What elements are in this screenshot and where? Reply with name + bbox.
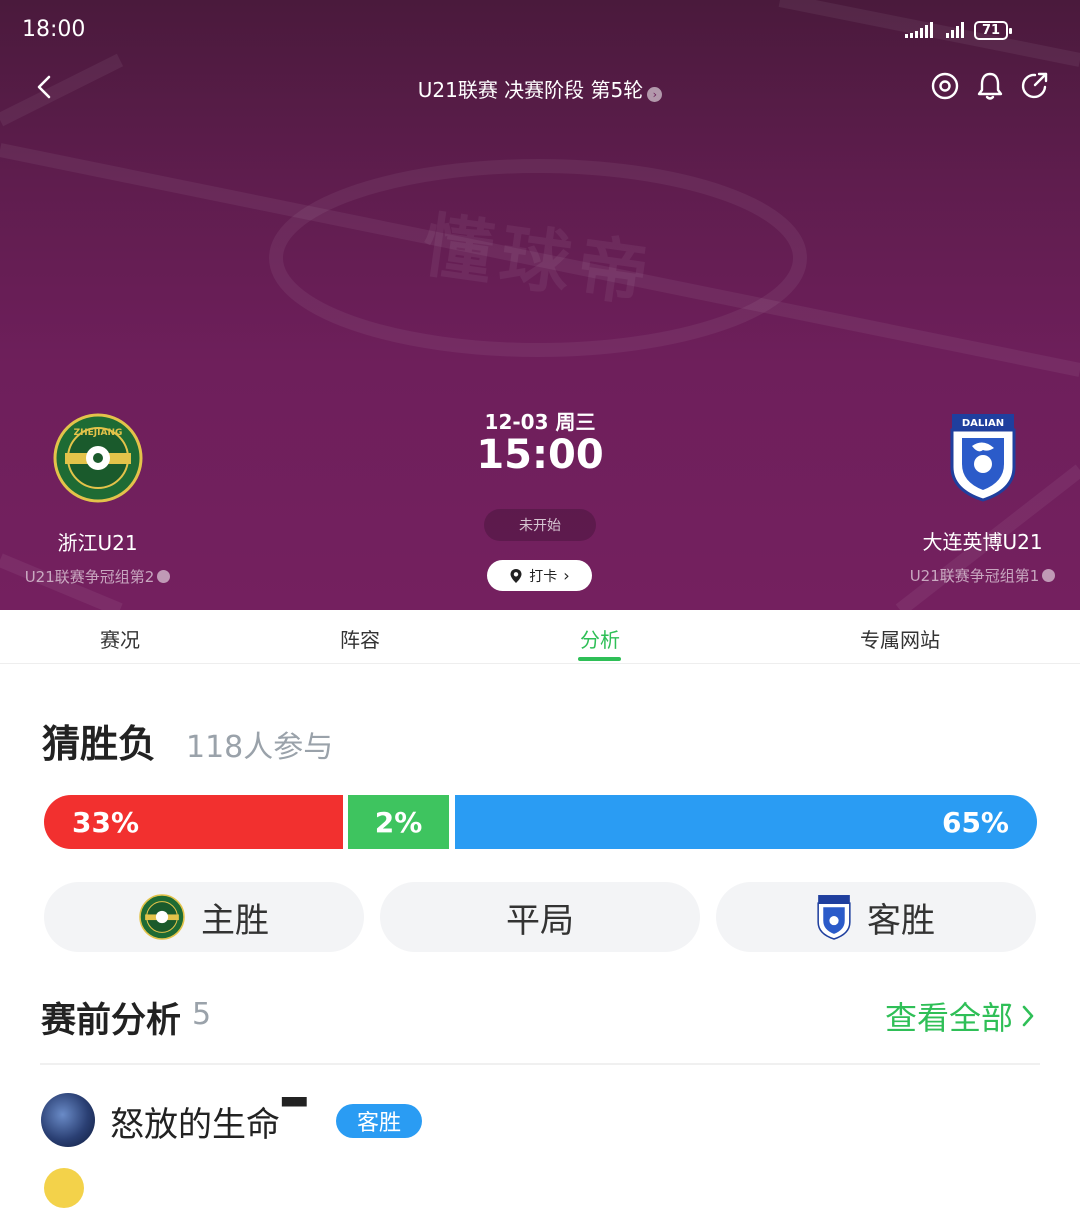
- avatar[interactable]: [44, 1168, 84, 1208]
- chevron-right-icon: [157, 570, 171, 583]
- battery-indicator: 71: [974, 21, 1012, 40]
- nav-bar: U21联赛 决赛阶段 第5轮 ›: [0, 62, 1080, 114]
- status-bar: 18:00 71: [0, 0, 1080, 62]
- tab-website[interactable]: 专属网站: [840, 624, 960, 653]
- away-win-pct: 65%: [941, 805, 1009, 839]
- share-icon[interactable]: [1019, 70, 1051, 102]
- match-header: 懂球帝 18:00 71 U21联赛 决赛阶段 第5轮 › ZHEJIANG 浙…: [0, 0, 1080, 610]
- away-win-bar: 65%: [455, 795, 1037, 849]
- competition-title[interactable]: U21联赛 决赛阶段 第5轮 ›: [0, 74, 1080, 103]
- tab-bar: 赛况 阵容 分析 专属网站: [0, 610, 1080, 664]
- vote-away-button[interactable]: 客胜: [716, 882, 1036, 952]
- home-team-rank-text: U21联赛争冠组第2: [24, 568, 155, 586]
- chevron-right-icon: [1022, 1005, 1034, 1027]
- tab-lineup[interactable]: 阵容: [320, 624, 400, 653]
- vote-home-button[interactable]: 主胜: [44, 882, 364, 952]
- away-team-rank[interactable]: U21联赛争冠组第1: [885, 565, 1080, 586]
- analysis-count: 5: [192, 997, 212, 1032]
- match-date: 12-03 周三: [484, 410, 596, 434]
- home-win-bar: 33%: [44, 795, 343, 849]
- prediction-participants: 118人参与: [186, 730, 334, 765]
- analysis-author-name[interactable]: 怒放的生命 ▀▀: [110, 1097, 307, 1146]
- chevron-right-icon: ›: [647, 87, 663, 102]
- home-team-logo-small: [139, 894, 185, 940]
- view-all-label: 查看全部: [885, 999, 1014, 1037]
- vote-draw-button[interactable]: 平局: [380, 882, 700, 952]
- badge-icon: ▀▀: [282, 1097, 307, 1116]
- home-win-pct: 33%: [72, 805, 140, 839]
- avatar[interactable]: [41, 1093, 95, 1147]
- bell-icon[interactable]: [974, 70, 1006, 102]
- vote-away-label: 客胜: [867, 900, 935, 941]
- vote-draw-label: 平局: [506, 900, 574, 941]
- status-time: 18:00: [22, 17, 86, 42]
- pick-badge: 客胜: [336, 1104, 422, 1138]
- view-all-link[interactable]: 查看全部: [885, 993, 1037, 1039]
- match-time: 15:00: [476, 432, 604, 478]
- home-team-name: 浙江U21: [57, 531, 138, 555]
- analysis-title: 赛前分析: [41, 1001, 182, 1041]
- checkin-label: 打卡: [529, 568, 558, 585]
- away-team-logo-small: [817, 895, 851, 940]
- location-pin-icon: [510, 568, 522, 583]
- prediction-title: 猜胜负: [42, 722, 157, 766]
- draw-pct: 2%: [374, 805, 423, 839]
- match-status-badge: 未开始: [484, 509, 596, 541]
- active-tab-indicator: [578, 657, 621, 661]
- author-name-text: 怒放的生命: [110, 1105, 280, 1145]
- divider: [40, 1063, 1040, 1065]
- away-team-name: 大连英博U21: [922, 530, 1043, 554]
- competition-title-text: U21联赛 决赛阶段 第5轮: [417, 78, 644, 102]
- away-team-rank-text: U21联赛争冠组第1: [909, 567, 1040, 585]
- tab-match[interactable]: 赛况: [80, 624, 160, 653]
- home-team-rank[interactable]: U21联赛争冠组第2: [0, 566, 195, 587]
- tab-analysis[interactable]: 分析: [560, 624, 640, 653]
- chevron-right-icon: ›: [563, 566, 570, 585]
- chevron-right-icon: [1042, 569, 1056, 582]
- signal-icon: [905, 22, 933, 38]
- signal-icon-2: [946, 22, 964, 38]
- draw-bar: 2%: [348, 795, 449, 849]
- checkin-button[interactable]: 打卡 ›: [487, 560, 592, 591]
- vote-home-label: 主胜: [201, 900, 269, 941]
- target-icon[interactable]: [929, 70, 961, 102]
